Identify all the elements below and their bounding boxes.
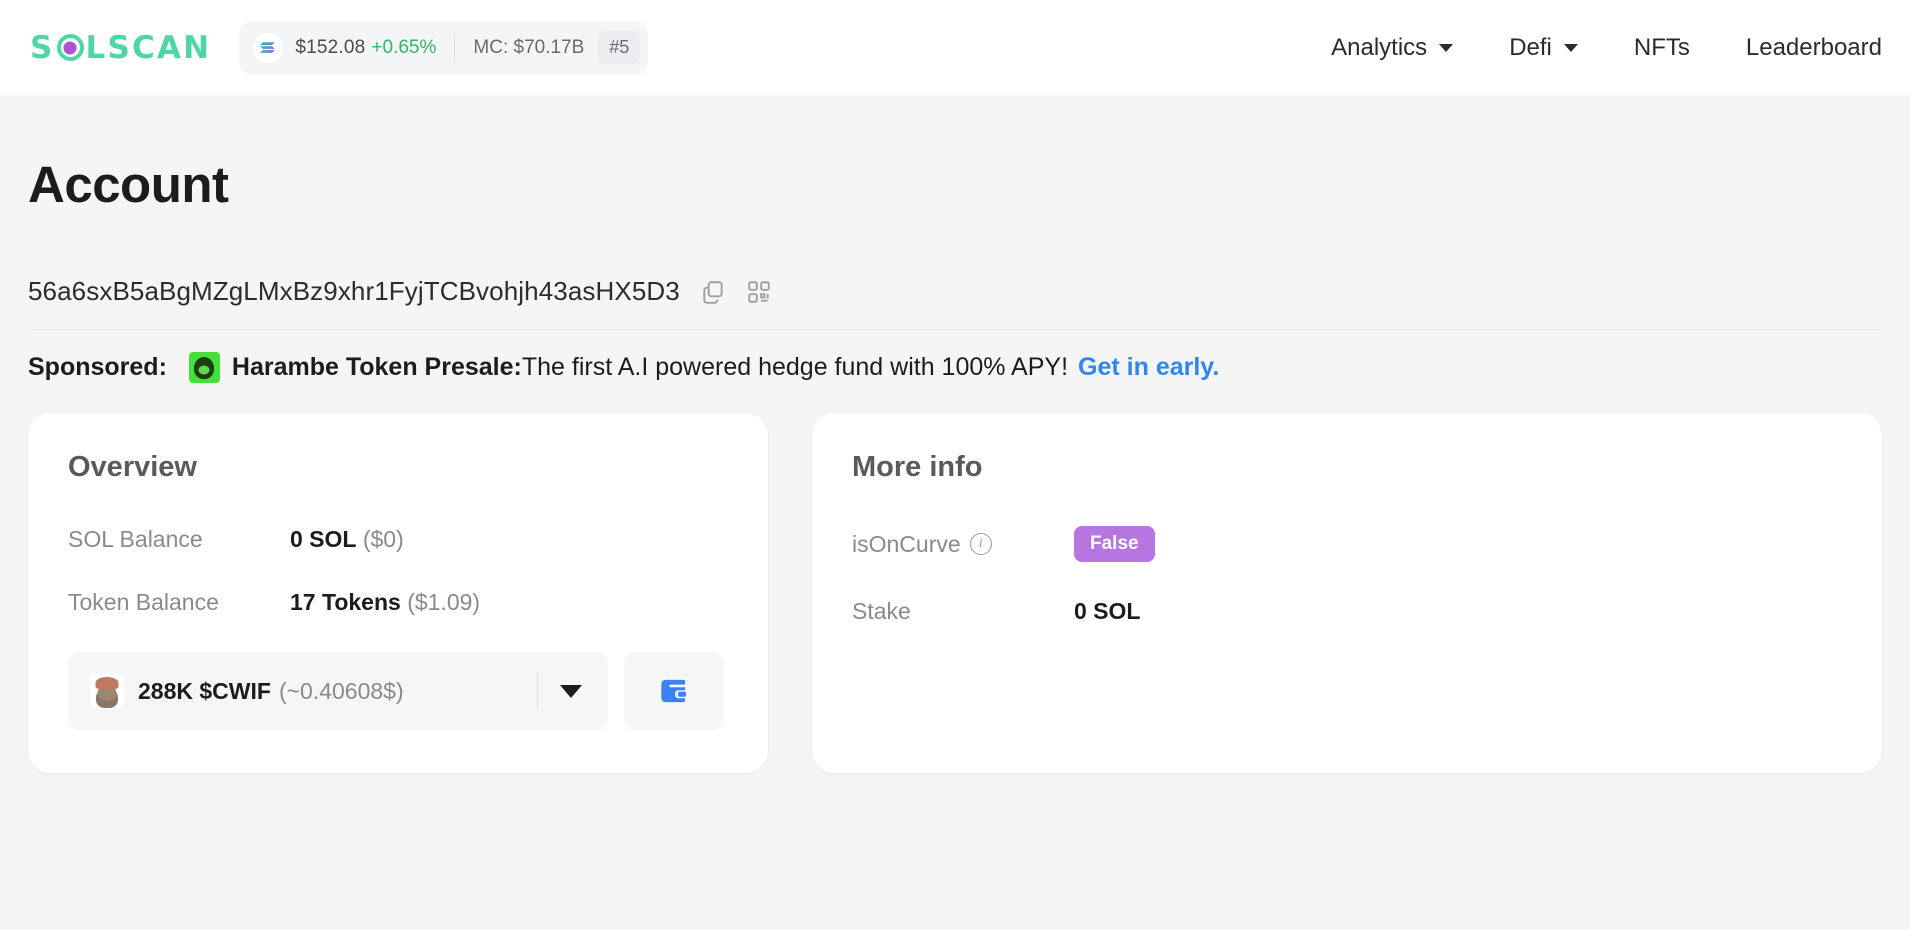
cards-container: Overview SOL Balance 0 SOL ($0) Token Ba… (28, 413, 1882, 773)
harambe-avatar-icon (189, 352, 220, 383)
sponsored-title: Harambe Token Presale: (232, 353, 522, 382)
sol-price-pill[interactable]: $152.08 +0.65% MC: $70.17B #5 (239, 22, 648, 74)
is-on-curve-label-text: isOnCurve (852, 531, 961, 558)
market-cap-rank-chip: #5 (598, 31, 640, 64)
nav-item-defi[interactable]: Defi (1481, 34, 1606, 62)
stake-row: Stake 0 SOL (852, 598, 1842, 625)
account-address: 56a6sxB5aBgMZgLMxBz9xhr1FyjTCBvohjh43asH… (28, 276, 680, 307)
solana-logo-icon (253, 33, 283, 63)
token-selector-dropdown[interactable]: 288K $CWIF (~0.40608$) (68, 652, 608, 730)
page-content: Account 56a6sxB5aBgMZgLMxBz9xhr1FyjTCBvo… (0, 155, 1910, 773)
logo-text: S LSCAN (30, 30, 211, 66)
token-amount: 288K $CWIF (138, 678, 271, 705)
chevron-down-icon (1564, 44, 1578, 52)
token-balance-row: Token Balance 17 Tokens ($1.09) (68, 589, 728, 616)
token-balance-amount: 17 Tokens (290, 589, 401, 615)
sol-balance-amount: 0 SOL (290, 526, 356, 552)
chevron-down-icon (560, 685, 582, 698)
page-title: Account (28, 155, 1882, 214)
logo-text-right: LSCAN (86, 30, 212, 66)
sponsored-link[interactable]: Get in early. (1078, 353, 1219, 382)
overview-card: Overview SOL Balance 0 SOL ($0) Token Ba… (28, 413, 768, 773)
token-balance-value: 17 Tokens ($1.09) (290, 589, 480, 616)
nav-item-analytics[interactable]: Analytics (1303, 34, 1481, 62)
main-navigation: Analytics Defi NFTs Leaderboard (1303, 0, 1910, 95)
sol-balance-row: SOL Balance 0 SOL ($0) (68, 526, 728, 553)
sol-balance-usd: ($0) (363, 526, 404, 552)
cwif-token-avatar-icon (90, 674, 124, 708)
chevron-down-icon (1439, 44, 1453, 52)
sol-price-change: +0.65% (371, 37, 436, 59)
solscan-o-logo-icon (57, 34, 84, 61)
nav-label-defi: Defi (1509, 34, 1552, 62)
logo-text-left: S (30, 30, 55, 66)
nav-item-nfts[interactable]: NFTs (1606, 34, 1718, 62)
sol-balance-value: 0 SOL ($0) (290, 526, 404, 553)
sol-balance-label: SOL Balance (68, 526, 290, 553)
more-info-card-title: More info (852, 451, 1842, 484)
pill-divider (454, 35, 455, 61)
sponsored-banner: Sponsored: Harambe Token Presale: The fi… (28, 352, 1882, 383)
token-unit-price: (~0.40608$) (279, 678, 404, 705)
copy-icon (700, 279, 726, 305)
token-balance-label: Token Balance (68, 589, 290, 616)
is-on-curve-row: isOnCurve i False (852, 526, 1842, 562)
stake-value: 0 SOL (1074, 598, 1140, 625)
account-address-row: 56a6sxB5aBgMZgLMxBz9xhr1FyjTCBvohjh43asH… (28, 276, 1882, 330)
sponsored-body: The first A.I powered hedge fund with 10… (522, 353, 1068, 382)
is-on-curve-value: False (1074, 526, 1155, 562)
overview-card-title: Overview (68, 451, 728, 484)
wallet-icon (655, 672, 693, 710)
sol-price-value: $152.08 (295, 37, 365, 59)
solana-bars-icon (260, 40, 277, 55)
more-info-card: More info isOnCurve i False Stake 0 SOL (812, 413, 1882, 773)
status-badge: False (1074, 526, 1155, 562)
stake-label: Stake (852, 598, 1074, 625)
nav-item-leaderboard[interactable]: Leaderboard (1718, 34, 1910, 62)
qr-code-icon (746, 279, 772, 305)
token-selector-row: 288K $CWIF (~0.40608$) (68, 652, 728, 730)
sponsored-label: Sponsored: (28, 353, 167, 382)
wallet-button[interactable] (624, 652, 724, 730)
site-header: S LSCAN $152.08 +0.65% MC: $70.17B #5 (0, 0, 1910, 95)
is-on-curve-label: isOnCurve i (852, 531, 1074, 558)
nav-label-nfts: NFTs (1634, 34, 1690, 62)
solscan-logo[interactable]: S LSCAN (30, 30, 211, 66)
qr-code-button[interactable] (746, 279, 772, 305)
token-balance-usd: ($1.09) (407, 589, 480, 615)
nav-label-analytics: Analytics (1331, 34, 1427, 62)
market-cap-value: MC: $70.17B (473, 37, 584, 59)
nav-label-leaderboard: Leaderboard (1746, 34, 1882, 62)
copy-address-button[interactable] (700, 279, 726, 305)
stake-amount: 0 SOL (1074, 598, 1140, 624)
info-icon[interactable]: i (970, 533, 992, 555)
token-selector-caret-button[interactable] (538, 685, 604, 698)
